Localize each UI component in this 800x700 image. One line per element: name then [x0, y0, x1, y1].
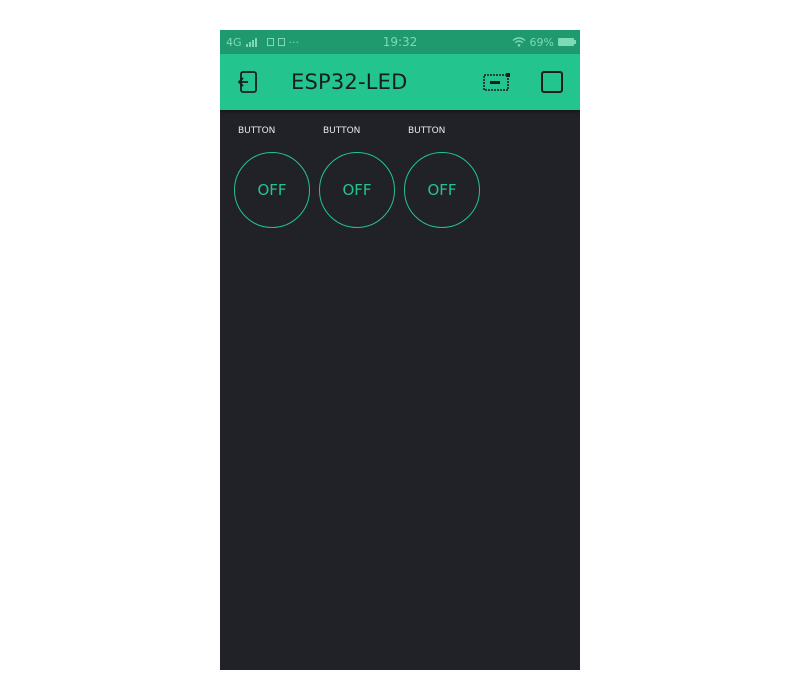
toggle-button[interactable]: OFF	[404, 152, 480, 228]
phone-screen: 4G ··· 19:32 69% ESP32-LED BUTTON OFF BU…	[220, 30, 580, 670]
play-icon[interactable]	[541, 71, 563, 93]
button-label: BUTTON	[323, 126, 361, 136]
battery-icon	[558, 38, 576, 46]
app-bar: ESP32-LED	[220, 54, 580, 110]
page-title: ESP32-LED	[291, 70, 408, 94]
toggle-button[interactable]: OFF	[234, 152, 310, 228]
button-label: BUTTON	[408, 126, 446, 136]
battery-percent: 69%	[529, 35, 554, 49]
status-right: 69%	[512, 30, 576, 54]
button-label: BUTTON	[238, 126, 276, 136]
back-icon[interactable]	[236, 70, 260, 94]
device-icon[interactable]	[483, 72, 511, 92]
status-bar: 4G ··· 19:32 69%	[220, 30, 580, 54]
toggle-button[interactable]: OFF	[319, 152, 395, 228]
wifi-icon	[512, 37, 525, 47]
